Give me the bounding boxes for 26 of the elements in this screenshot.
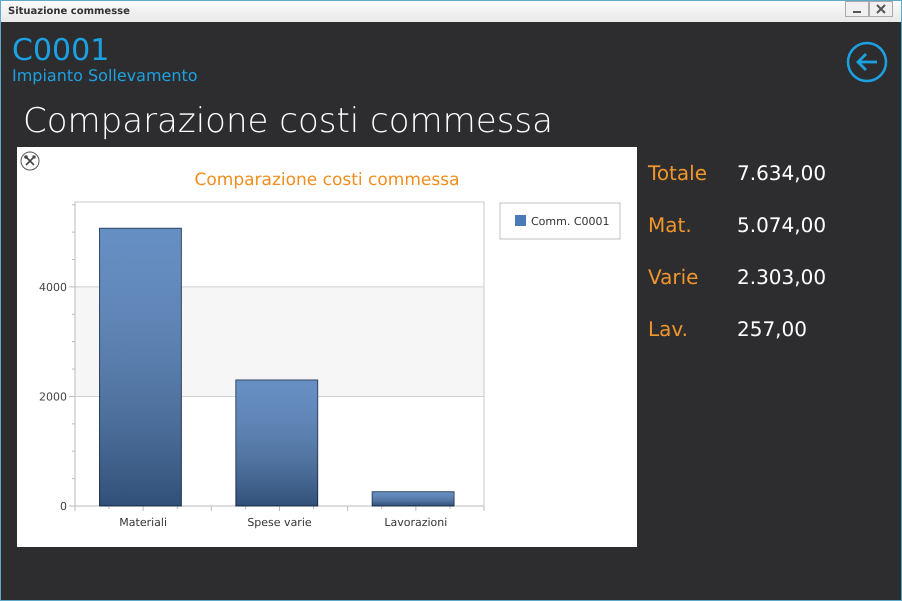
back-icon[interactable]	[846, 41, 888, 83]
total-value: 2.303,00	[737, 264, 826, 291]
total-label: Totale	[648, 160, 708, 187]
chart-title: Comparazione costi commessa	[194, 170, 460, 190]
total-label: Lav.	[648, 316, 690, 343]
y-tick-label: 2000	[39, 390, 67, 404]
y-tick-label: 0	[60, 500, 67, 513]
total-label: Varie	[648, 264, 700, 291]
close-button[interactable]	[869, 1, 893, 17]
total-value: 257,00	[737, 316, 807, 343]
x-tick-label: Spese varie	[247, 516, 312, 529]
total-label: Mat.	[648, 212, 693, 239]
minimize-icon	[853, 11, 861, 13]
tools-icon[interactable]	[20, 151, 40, 170]
total-value: 5.074,00	[737, 212, 826, 239]
job-description: Impianto Sollevamento	[12, 66, 198, 86]
page-title: Comparazione costi commessa	[23, 101, 554, 142]
x-tick-label: Materiali	[119, 516, 168, 529]
close-icon	[876, 4, 886, 14]
job-code: C0001	[12, 36, 110, 66]
legend-label: Comm. C0001	[531, 214, 610, 228]
y-tick-label: 4000	[39, 280, 67, 294]
minimize-button[interactable]	[845, 1, 869, 17]
total-value: 7.634,00	[737, 160, 826, 187]
window-title: Situazione commesse	[8, 5, 130, 19]
x-tick-label: Lavorazioni	[384, 516, 448, 529]
